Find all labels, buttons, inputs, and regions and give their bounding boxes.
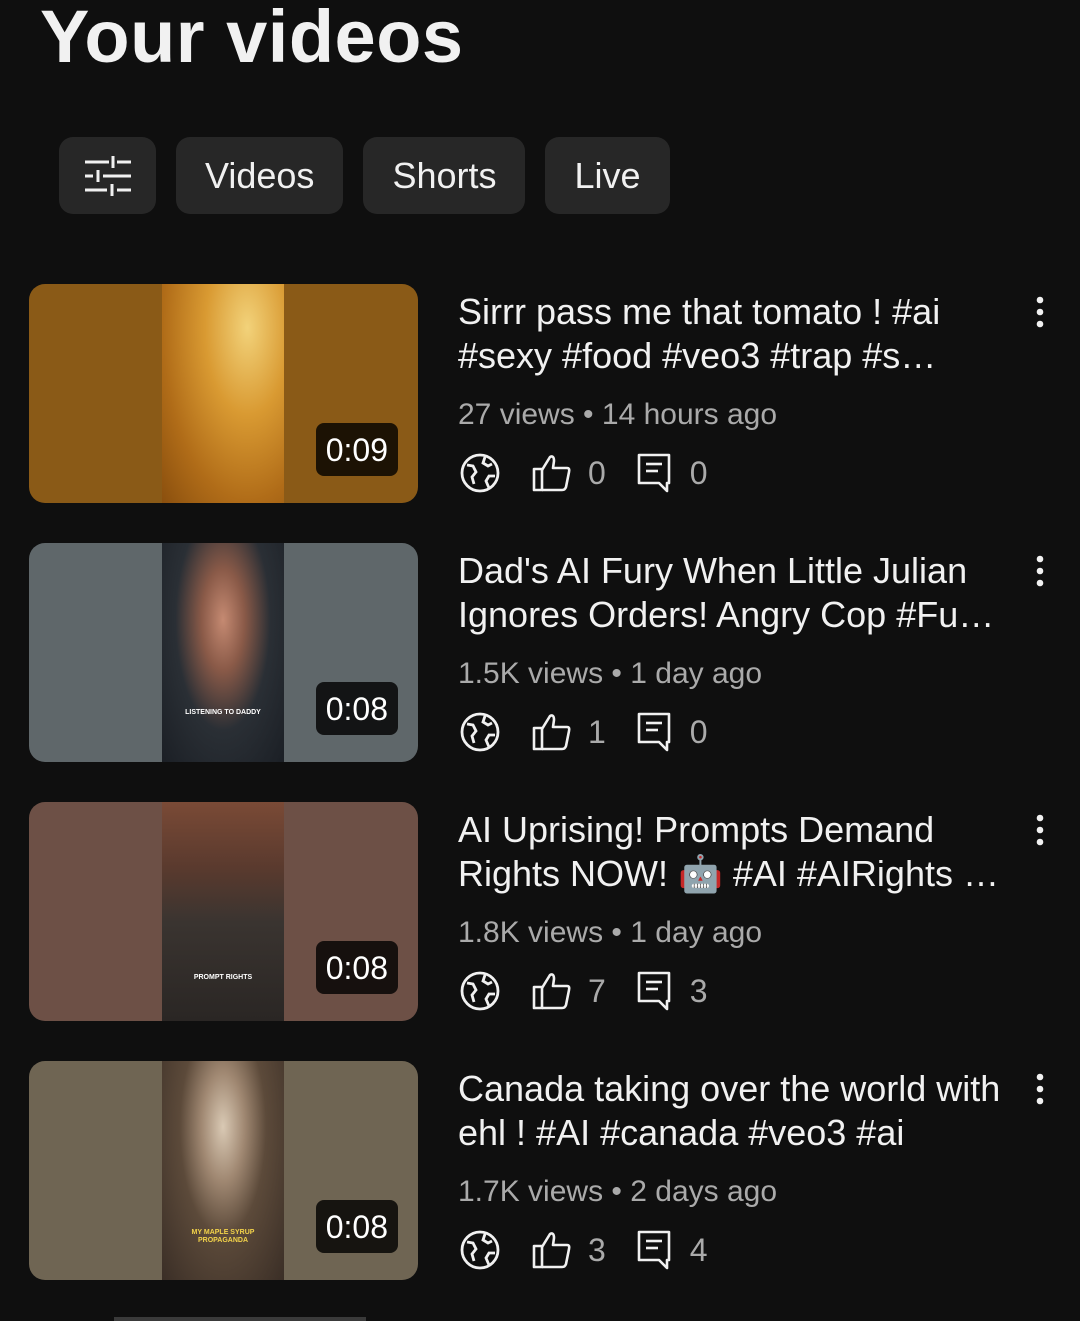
thumbs-up-icon <box>530 451 574 495</box>
video-thumbnail[interactable]: MY MAPLE SYRUP PROPAGANDA 0:08 <box>29 1061 418 1280</box>
like-count: 3 <box>588 1231 606 1268</box>
thumbnail-frame: PROMPT RIGHTS <box>162 802 284 1021</box>
video-duration: 0:08 <box>315 1200 398 1253</box>
thumbnail-frame <box>162 284 284 503</box>
video-thumbnail[interactable]: LISTENING TO DADDY 0:08 <box>29 543 418 762</box>
thumbs-up-icon <box>530 969 574 1013</box>
more-vert-icon <box>1036 1073 1044 1105</box>
video-title[interactable]: Canada taking over the world with ehl ! … <box>458 1067 1028 1155</box>
thumbs-up-icon <box>530 1228 574 1272</box>
like-count: 7 <box>588 972 606 1009</box>
video-item: PROMPT RIGHTS 0:08 AI Uprising! Prompts … <box>0 802 1080 1061</box>
more-vert-icon <box>1036 814 1044 846</box>
sliders-icon <box>84 155 131 196</box>
thumbnail-frame: LISTENING TO DADDY <box>162 543 284 762</box>
more-options-button[interactable] <box>1024 1067 1056 1111</box>
comment-icon <box>632 969 676 1013</box>
globe-icon <box>458 1228 502 1272</box>
video-meta: 1.7K views • 2 days ago <box>458 1175 778 1208</box>
video-item: 0:09 Sirrr pass me that tomato ! #ai #se… <box>0 284 1080 543</box>
thumbnail-caption: LISTENING TO DADDY <box>185 709 261 716</box>
comment-count: 0 <box>689 713 708 750</box>
globe-icon <box>458 710 502 754</box>
filter-settings-button[interactable] <box>59 137 156 214</box>
chip-videos[interactable]: Videos <box>176 137 344 214</box>
video-thumbnail[interactable]: 0:09 <box>29 284 418 503</box>
video-duration: 0:08 <box>315 941 398 994</box>
video-meta: 1.5K views • 1 day ago <box>458 657 763 690</box>
more-vert-icon <box>1036 555 1044 587</box>
thumbnail-frame: MY MAPLE SYRUP PROPAGANDA <box>162 1061 284 1280</box>
divider <box>114 1317 366 1321</box>
video-title[interactable]: Sirrr pass me that tomato ! #ai #sexy #f… <box>458 290 1028 378</box>
video-thumbnail[interactable]: PROMPT RIGHTS 0:08 <box>29 802 418 1021</box>
like-count: 1 <box>588 713 606 750</box>
comment-icon <box>632 710 676 754</box>
thumbs-up-icon <box>530 710 574 754</box>
page-title: Your videos <box>40 0 464 78</box>
comment-icon <box>632 1228 676 1272</box>
video-meta: 27 views • 14 hours ago <box>458 398 778 431</box>
globe-icon <box>458 969 502 1013</box>
video-duration: 0:08 <box>315 682 398 735</box>
comment-count: 4 <box>689 1231 708 1268</box>
video-duration: 0:09 <box>315 423 398 476</box>
video-list: 0:09 Sirrr pass me that tomato ! #ai #se… <box>0 284 1080 1320</box>
more-options-button[interactable] <box>1024 549 1056 593</box>
comment-count: 3 <box>689 972 708 1009</box>
chip-live[interactable]: Live <box>545 137 670 214</box>
video-title[interactable]: Dad's AI Fury When Little Julian Ignores… <box>458 549 1028 637</box>
comment-icon <box>632 451 676 495</box>
thumbnail-caption: MY MAPLE SYRUP PROPAGANDA <box>191 1229 255 1244</box>
globe-icon <box>458 451 502 495</box>
more-vert-icon <box>1036 296 1044 328</box>
like-count: 0 <box>588 454 606 491</box>
more-options-button[interactable] <box>1024 808 1056 852</box>
thumbnail-caption: PROMPT RIGHTS <box>193 974 253 981</box>
video-title[interactable]: AI Uprising! Prompts Demand Rights NOW! … <box>458 808 1028 896</box>
filter-chips: Videos Shorts Live <box>59 137 670 214</box>
comment-count: 0 <box>689 454 708 491</box>
more-options-button[interactable] <box>1024 290 1056 334</box>
video-item: LISTENING TO DADDY 0:08 Dad's AI Fury Wh… <box>0 543 1080 802</box>
video-meta: 1.8K views • 1 day ago <box>458 916 763 949</box>
chip-shorts[interactable]: Shorts <box>363 137 526 214</box>
video-item: MY MAPLE SYRUP PROPAGANDA 0:08 Canada ta… <box>0 1061 1080 1320</box>
